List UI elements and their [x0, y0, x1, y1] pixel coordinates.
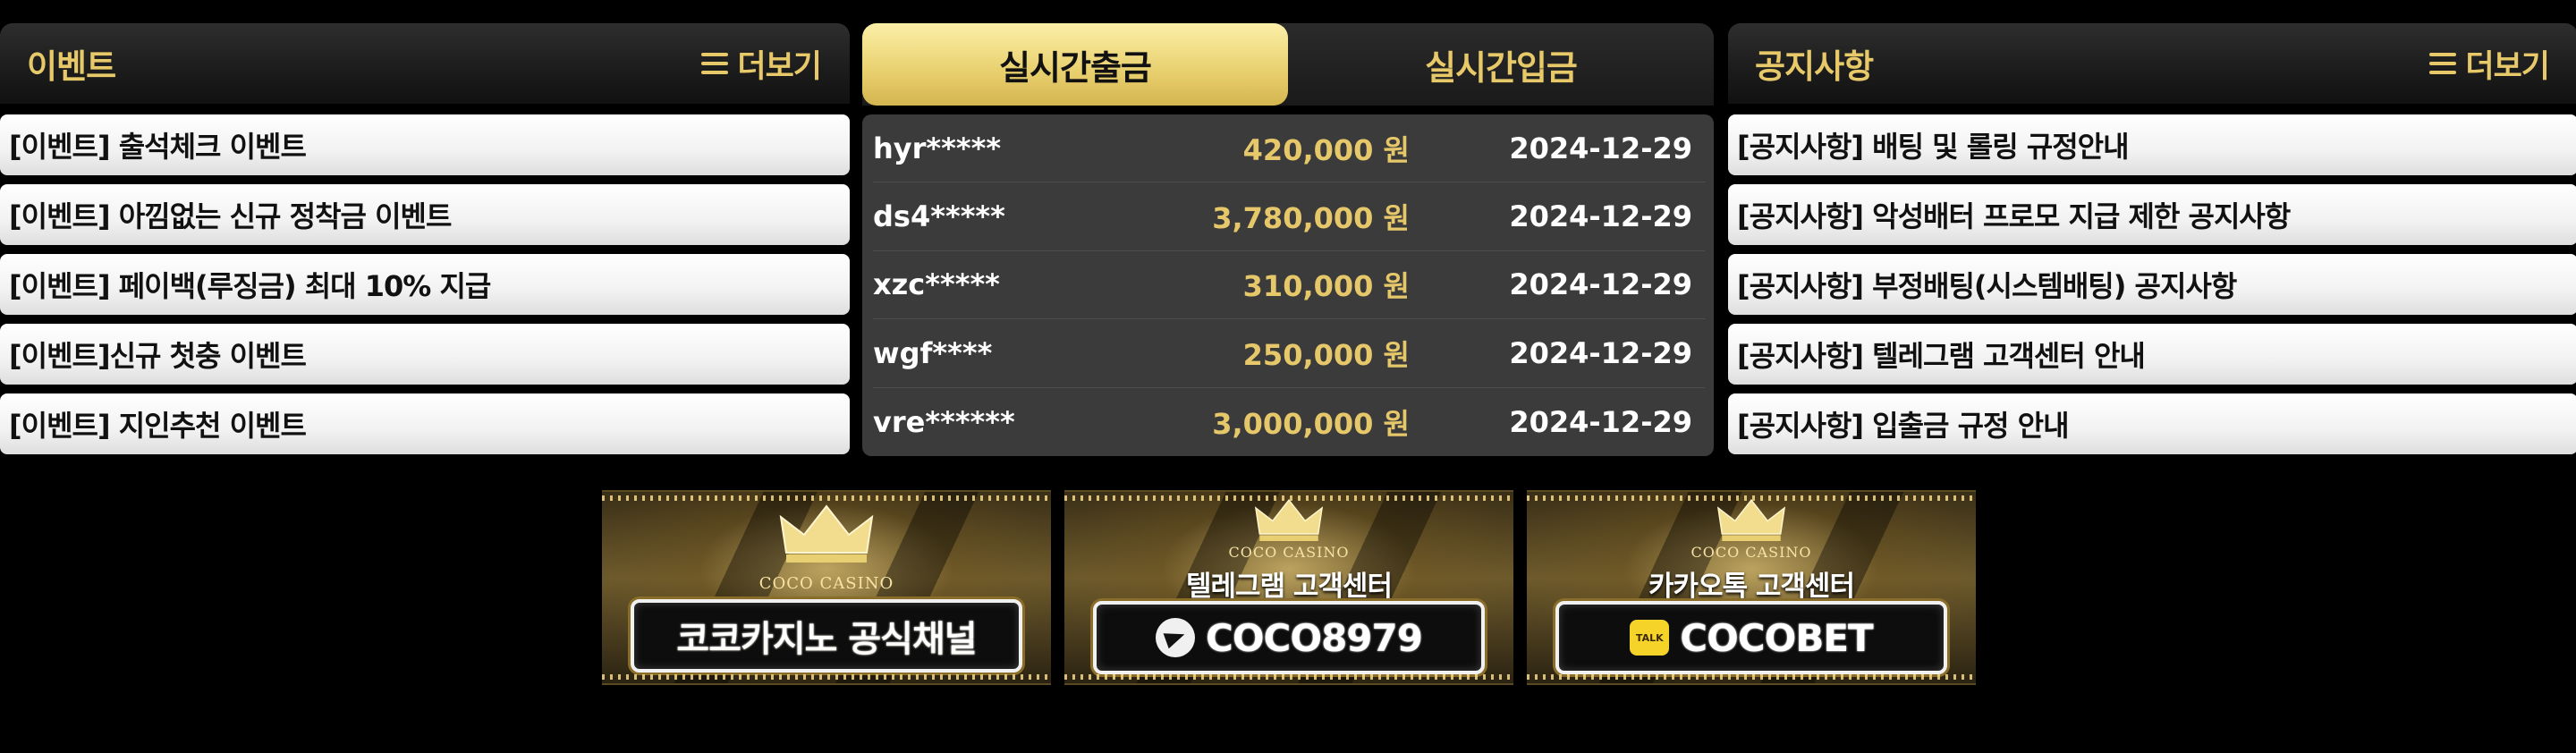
- telegram-caption: 텔레그램 고객센터: [1186, 571, 1393, 603]
- row-amount: 3,780,000 원: [1212, 201, 1410, 236]
- kakaotalk-id-box: TALK COCOBET: [1555, 601, 1947, 674]
- row-user: xzc*****: [873, 267, 1000, 302]
- row-user: wgf****: [873, 335, 993, 370]
- notices-title: 공지사항: [1755, 47, 1874, 86]
- brand-logo-text: COCO CASINO: [1690, 544, 1812, 561]
- kakaotalk-banner[interactable]: COCO CASINO 카카오톡 고객센터 TALK COCOBET: [1527, 490, 1976, 685]
- list-item[interactable]: [이벤트] 페이백(루징금) 최대 10% 지급: [0, 254, 850, 315]
- menu-icon: [2429, 53, 2457, 74]
- row-date: 2024-12-29: [1509, 199, 1692, 234]
- menu-icon: [701, 53, 729, 74]
- events-more-label: 더보기: [737, 48, 822, 85]
- list-item[interactable]: [이벤트]신규 첫충 이벤트: [0, 324, 850, 385]
- row-amount: 310,000 원: [1242, 269, 1410, 304]
- events-panel: 이벤트 더보기 [이벤트] 출석체크 이벤트 [이벤트] 아낌없는 신규 정착금…: [0, 23, 850, 463]
- notices-header: 공지사항 더보기: [1728, 23, 2576, 104]
- table-row: ds4***** 3,780,000 원 2024-12-29: [873, 182, 1705, 251]
- live-transactions-panel: 실시간출금 실시간입금 hyr***** 420,000 원 2024-12-2…: [862, 23, 1714, 456]
- events-list: [이벤트] 출석체크 이벤트 [이벤트] 아낌없는 신규 정착금 이벤트 [이벤…: [0, 114, 850, 454]
- list-item[interactable]: [공지사항] 부정배팅(시스템배팅) 공지사항: [1728, 254, 2576, 315]
- telegram-id-box: COCO8979: [1093, 601, 1485, 674]
- brand-logo-text: COCO CASINO: [1228, 544, 1350, 561]
- telegram-icon: [1156, 618, 1196, 657]
- table-row: vre****** 3,000,000 원 2024-12-29: [873, 388, 1705, 456]
- list-item[interactable]: [공지사항] 입출금 규정 안내: [1728, 393, 2576, 454]
- notices-more-label: 더보기: [2465, 48, 2550, 85]
- row-date: 2024-12-29: [1509, 267, 1692, 302]
- list-item[interactable]: [이벤트] 아낌없는 신규 정착금 이벤트: [0, 184, 850, 245]
- crown-icon: [1254, 499, 1324, 541]
- table-row: wgf**** 250,000 원 2024-12-29: [873, 319, 1705, 388]
- table-row: xzc***** 310,000 원 2024-12-29: [873, 251, 1705, 320]
- notices-panel: 공지사항 더보기 [공지사항] 배팅 및 롤링 규정안내 [공지사항] 악성배터…: [1728, 23, 2576, 463]
- notices-more-button[interactable]: 더보기: [2429, 41, 2550, 87]
- notices-list: [공지사항] 배팅 및 롤링 규정안내 [공지사항] 악성배터 프로모 지급 제…: [1728, 114, 2576, 454]
- events-header: 이벤트 더보기: [0, 23, 850, 104]
- live-table: hyr***** 420,000 원 2024-12-29 ds4***** 3…: [862, 114, 1714, 456]
- list-item[interactable]: [이벤트] 출석체크 이벤트: [0, 114, 850, 175]
- row-date: 2024-12-29: [1509, 131, 1692, 165]
- crown-icon: [779, 504, 874, 563]
- official-channel-banner[interactable]: COCO CASINO 코코카지노 공식채널: [602, 490, 1051, 685]
- telegram-id: COCO8979: [1206, 615, 1423, 660]
- tab-live-withdraw[interactable]: 실시간출금: [862, 23, 1288, 106]
- events-title: 이벤트: [27, 47, 116, 86]
- row-date: 2024-12-29: [1509, 335, 1692, 370]
- row-user: vre******: [873, 404, 1015, 439]
- kakaotalk-id: COCOBET: [1680, 615, 1873, 660]
- list-item[interactable]: [이벤트] 지인추천 이벤트: [0, 393, 850, 454]
- row-amount: 250,000 원: [1242, 337, 1410, 372]
- row-amount: 420,000 원: [1242, 132, 1410, 167]
- row-date: 2024-12-29: [1509, 404, 1692, 439]
- live-tabs: 실시간출금 실시간입금: [862, 23, 1714, 106]
- list-item[interactable]: [공지사항] 배팅 및 롤링 규정안내: [1728, 114, 2576, 175]
- list-item[interactable]: [공지사항] 텔레그램 고객센터 안내: [1728, 324, 2576, 385]
- kakaotalk-caption: 카카오톡 고객센터: [1648, 571, 1855, 603]
- row-user: hyr*****: [873, 131, 1002, 165]
- events-more-button[interactable]: 더보기: [701, 41, 822, 87]
- telegram-banner[interactable]: COCO CASINO 텔레그램 고객센터 COCO8979: [1064, 490, 1513, 685]
- tab-live-deposit[interactable]: 실시간입금: [1288, 23, 1714, 106]
- official-channel-label: 코코카지노 공식채널: [676, 610, 977, 662]
- brand-logo-text: COCO CASINO: [758, 574, 894, 593]
- list-item[interactable]: [공지사항] 악성배터 프로모 지급 제한 공지사항: [1728, 184, 2576, 245]
- row-user: ds4*****: [873, 199, 1005, 234]
- crown-icon: [1716, 499, 1786, 541]
- official-channel-box: 코코카지노 공식채널: [631, 599, 1022, 673]
- table-row: hyr***** 420,000 원 2024-12-29: [873, 114, 1705, 183]
- row-amount: 3,000,000 원: [1212, 406, 1410, 441]
- kakaotalk-icon: TALK: [1630, 620, 1670, 656]
